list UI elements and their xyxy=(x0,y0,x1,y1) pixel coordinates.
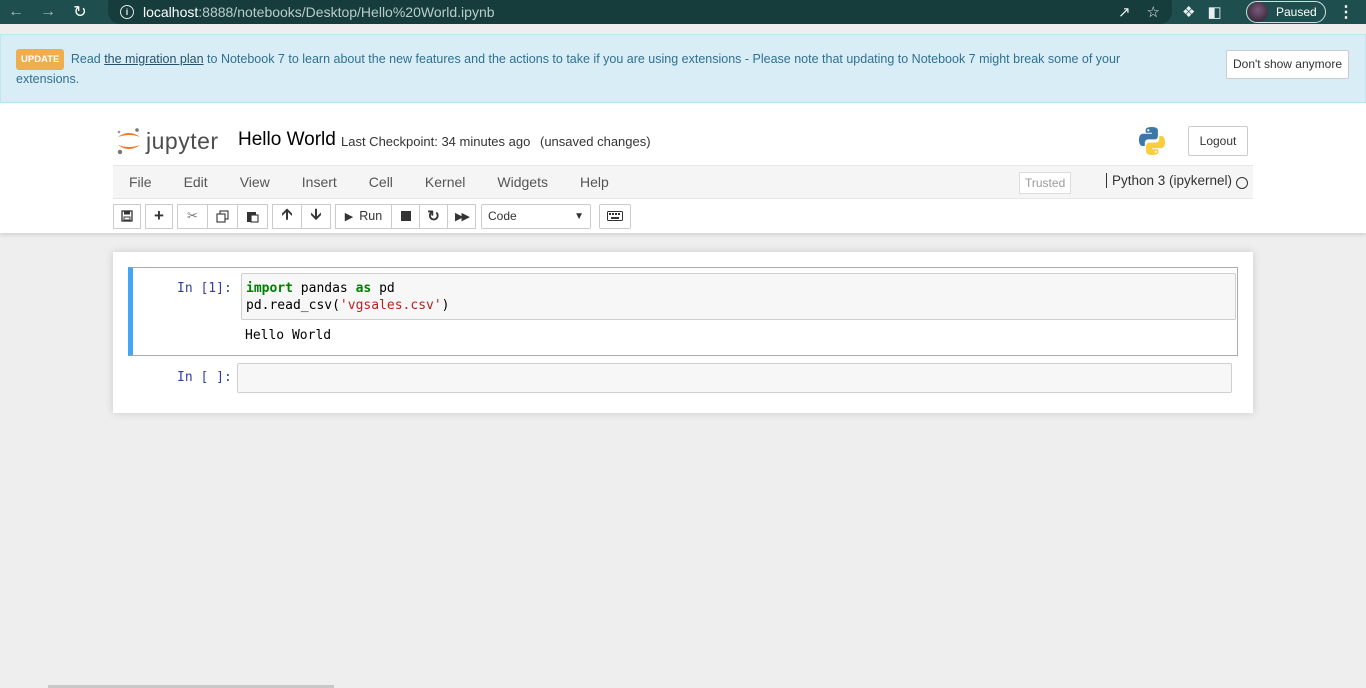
cell-type-select[interactable]: Code ▼ xyxy=(481,203,591,229)
migration-plan-link[interactable]: the migration plan xyxy=(104,52,203,66)
kernel-name[interactable]: Python 3 (ipykernel) xyxy=(1106,173,1232,188)
keyword: import xyxy=(246,281,293,296)
code-text: ) xyxy=(441,298,450,313)
input-prompt: In [1]: xyxy=(177,281,232,296)
input-prompt: In [ ]: xyxy=(177,370,232,385)
cut-button[interactable]: ✂ xyxy=(177,203,208,229)
scissors-icon: ✂ xyxy=(187,208,198,223)
python-logo-icon xyxy=(1136,125,1168,157)
browser-toolbar: ← → ↻ i localhost:8888/notebooks/Desktop… xyxy=(0,0,1366,24)
update-banner: UPDATE Read the migration plan to Notebo… xyxy=(0,34,1366,103)
save-button[interactable] xyxy=(113,203,141,229)
run-button[interactable]: ▶ Run xyxy=(335,203,392,229)
cell-type-value: Code xyxy=(488,209,517,223)
side-panel-icon[interactable]: ◧ xyxy=(1207,3,1221,21)
jupyter-logo[interactable]: jupyter xyxy=(116,125,219,157)
command-palette-button[interactable] xyxy=(599,203,631,229)
paste-button[interactable] xyxy=(237,203,268,229)
copy-icon xyxy=(216,209,229,223)
copy-button[interactable] xyxy=(207,203,238,229)
cell-output: Hello World xyxy=(245,328,332,343)
string-literal: 'vgsales.csv' xyxy=(339,298,442,313)
menu-cell[interactable]: Cell xyxy=(353,174,409,190)
save-icon xyxy=(121,210,133,222)
paste-icon xyxy=(246,210,259,223)
url-host: localhost xyxy=(143,4,199,20)
dont-show-anymore-button[interactable]: Don't show anymore xyxy=(1225,50,1349,79)
menu-edit[interactable]: Edit xyxy=(168,174,224,190)
menu-file[interactable]: File xyxy=(113,174,168,190)
code-line: import pandas as pd xyxy=(246,280,1231,297)
forward-arrow-icon[interactable]: → xyxy=(32,0,64,24)
code-text: pd xyxy=(371,281,395,296)
bookmark-star-icon[interactable]: ☆ xyxy=(1147,3,1160,21)
restart-run-all-button[interactable]: ▶▶ xyxy=(447,203,476,229)
back-arrow-icon[interactable]: ← xyxy=(0,0,32,24)
menu-bar: File Edit View Insert Cell Kernel Widget… xyxy=(113,165,1253,199)
kernel-idle-indicator-icon xyxy=(1236,177,1248,189)
code-input-area[interactable] xyxy=(237,363,1232,393)
fast-forward-icon: ▶▶ xyxy=(455,210,470,223)
jupyter-logo-icon xyxy=(116,126,142,156)
logout-button[interactable]: Logout xyxy=(1188,126,1248,156)
jupyter-wordmark: jupyter xyxy=(146,127,219,154)
site-info-icon[interactable]: i xyxy=(120,5,134,19)
code-text: pandas xyxy=(292,281,356,296)
extensions-puzzle-icon[interactable]: ❖ xyxy=(1182,3,1195,21)
keyboard-icon xyxy=(607,211,623,221)
address-bar[interactable]: i localhost:8888/notebooks/Desktop/Hello… xyxy=(108,0,1172,24)
url-path: :8888/notebooks/Desktop/Hello%20World.ip… xyxy=(198,4,495,20)
code-input-area[interactable]: import pandas as pd pd.read_csv('vgsales… xyxy=(241,273,1236,320)
interrupt-button[interactable] xyxy=(391,203,420,229)
keyword: as xyxy=(355,281,372,296)
arrow-up-icon: 🡩 xyxy=(281,205,293,223)
browser-menu-icon[interactable]: ⋮ xyxy=(1338,0,1354,24)
notebook-name[interactable]: Hello World xyxy=(238,129,336,151)
play-icon: ▶ xyxy=(344,210,354,223)
code-line: pd.read_csv('vgsales.csv') xyxy=(246,297,1231,314)
checkpoint-status: Last Checkpoint: 34 minutes ago xyxy=(341,134,531,149)
share-icon[interactable]: ↗ xyxy=(1118,3,1131,21)
chevron-down-icon: ▼ xyxy=(574,210,584,222)
menu-insert[interactable]: Insert xyxy=(286,174,353,190)
run-label: Run xyxy=(359,209,383,223)
code-cell-empty[interactable]: In [ ]: xyxy=(128,361,1238,395)
move-up-button[interactable]: 🡩 xyxy=(272,203,302,229)
notebook-container: In [1]: import pandas as pd pd.read_csv(… xyxy=(113,252,1253,413)
banner-text-before: Read xyxy=(70,52,105,66)
arrow-down-icon: 🡫 xyxy=(310,205,322,223)
reload-icon[interactable]: ↻ xyxy=(64,0,96,24)
profile-status: Paused xyxy=(1276,5,1317,19)
notebook-header: jupyter Hello World Last Checkpoint: 34 … xyxy=(0,103,1366,233)
stop-icon xyxy=(400,211,411,221)
menu-help[interactable]: Help xyxy=(564,174,625,190)
trusted-indicator[interactable]: Trusted xyxy=(1019,172,1072,194)
move-down-button[interactable]: 🡫 xyxy=(301,203,331,229)
menu-view[interactable]: View xyxy=(224,174,286,190)
notebook-toolbar: + ✂ 🡩 🡫 ▶ Run ↻ ▶▶ Code ▼ xyxy=(113,203,631,229)
profile-button[interactable]: Paused xyxy=(1246,1,1326,23)
code-cell-selected[interactable]: In [1]: import pandas as pd pd.read_csv(… xyxy=(128,267,1238,356)
plus-icon: + xyxy=(154,206,164,225)
update-badge: UPDATE xyxy=(16,49,65,70)
avatar xyxy=(1248,2,1268,22)
menu-widgets[interactable]: Widgets xyxy=(481,174,564,190)
restart-icon: ↻ xyxy=(427,208,440,225)
menu-kernel[interactable]: Kernel xyxy=(409,174,481,190)
unsaved-changes-status: (unsaved changes) xyxy=(540,134,651,149)
code-text: pd.read_csv( xyxy=(246,298,340,313)
restart-kernel-button[interactable]: ↻ xyxy=(419,203,448,229)
insert-cell-button[interactable]: + xyxy=(145,203,173,229)
